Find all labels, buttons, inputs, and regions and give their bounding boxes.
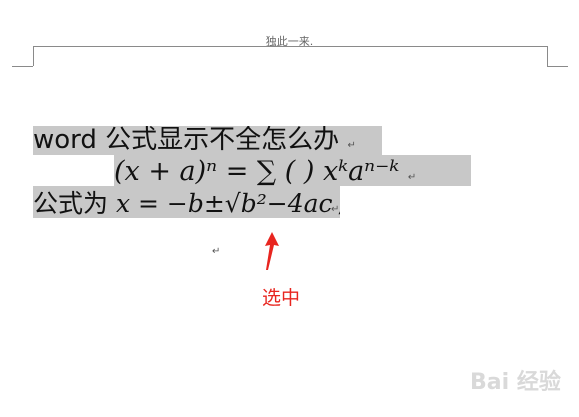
annotation-arrow-icon [265,232,279,270]
header-divider [33,46,547,47]
binomial-equation: (x + a)ⁿ = ∑ ( ) xᵏaⁿ⁻ᵏ [114,156,400,186]
empty-paragraph-mark: ↵ [212,246,221,257]
margin-corner-left [33,46,34,66]
doc-line-binomial-formula[interactable]: (x + a)ⁿ = ∑ ( ) xᵏaⁿ⁻ᵏ ↵ [114,155,471,186]
baidu-watermark: Bai 经验 [470,370,561,395]
paragraph-mark: ↵ [407,172,417,183]
formula-label: 公式为 [33,189,116,218]
margin-corner-right [547,46,548,66]
margin-corner-left-h [12,66,33,67]
doc-title-text: word 公式显示不全怎么办 [33,126,340,155]
paragraph-mark: ↵ [347,140,356,151]
paragraph-mark: ↵ [331,204,340,215]
annotation-caption: 选中 [262,287,301,309]
margin-corner-right-h [547,66,568,67]
doc-line-quadratic-formula[interactable]: 公式为 x = −b±√b²−4ac / 2a [33,186,340,218]
quadratic-equation: x = −b±√b²−4ac / 2a [115,189,340,218]
doc-line-title[interactable]: word 公式显示不全怎么办 ↵ [33,126,382,155]
